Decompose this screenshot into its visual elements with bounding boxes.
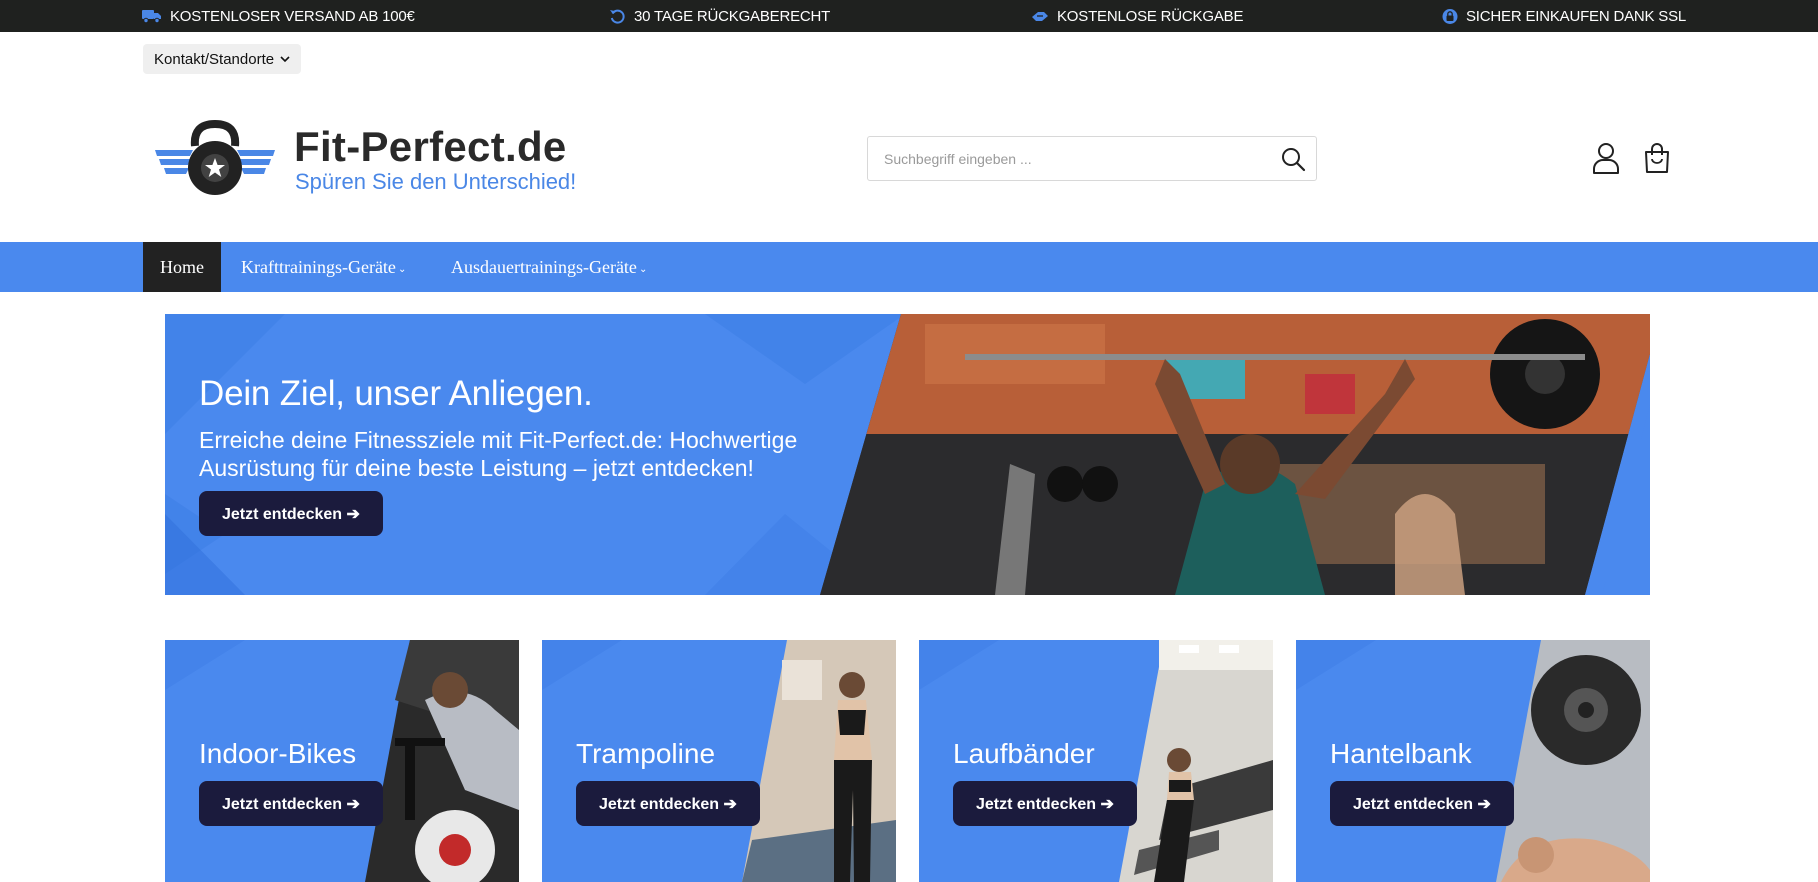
usp-label: SICHER EINKAUFEN DANK SSL <box>1466 7 1687 25</box>
brand-name[interactable]: Fit-Perfect.de <box>294 123 567 171</box>
category-tile-indoor-bikes[interactable]: Indoor-Bikes Jetzt entdecken ➔ <box>165 640 519 882</box>
search-box <box>867 136 1317 181</box>
contact-label: Kontakt/Standorte <box>154 50 275 68</box>
category-tile-trampoline[interactable]: Trampoline Jetzt entdecken ➔ <box>542 640 896 882</box>
search-icon[interactable] <box>1280 146 1306 172</box>
brand-slogan: Spüren Sie den Unterschied! <box>295 169 577 194</box>
account-icon[interactable] <box>1592 142 1620 174</box>
category-tile-treadmills[interactable]: Laufbänder Jetzt entdecken ➔ <box>919 640 1273 882</box>
nav-label: Krafttrainings-Geräte <box>241 256 396 277</box>
usp-bar: KOSTENLOSER VERSAND AB 100€ 30 TAGE RÜCK… <box>0 0 1818 32</box>
hero-title: Dein Ziel, unser Anliegen. <box>199 374 593 413</box>
usp-ssl: SICHER EINKAUFEN DANK SSL <box>1442 0 1686 32</box>
category-tile-weight-bench[interactable]: Hantelbank Jetzt entdecken ➔ <box>1296 640 1650 882</box>
category-title: Hantelbank <box>1330 738 1472 769</box>
usp-label: 30 TAGE RÜCKGABERECHT <box>634 7 831 25</box>
usp-label: KOSTENLOSER VERSAND AB 100€ <box>170 7 415 25</box>
category-cta-button[interactable]: Jetzt entdecken ➔ <box>1330 781 1514 826</box>
nav-label: Home <box>160 256 204 277</box>
category-title: Trampoline <box>576 738 716 769</box>
chevron-down-icon: ⌄ <box>638 263 648 275</box>
hero-cta-button[interactable]: Jetzt entdecken ➔ <box>199 491 383 536</box>
category-title: Laufbänder <box>953 738 1095 769</box>
category-title: Indoor-Bikes <box>199 738 357 769</box>
category-cta-button[interactable]: Jetzt entdecken ➔ <box>199 781 383 826</box>
usp-shipping: KOSTENLOSER VERSAND AB 100€ <box>142 0 415 32</box>
shopping-bag-icon[interactable] <box>1643 142 1671 174</box>
nav-item-home[interactable]: Home <box>143 242 221 292</box>
kettlebell-logo-icon[interactable] <box>155 120 275 198</box>
hero-banner[interactable]: Dein Ziel, unser Anliegen. Erreiche dein… <box>165 314 1650 595</box>
box-return-icon <box>1032 12 1048 21</box>
usp-label: KOSTENLOSE RÜCKGABE <box>1057 7 1244 25</box>
category-cta-button[interactable]: Jetzt entdecken ➔ <box>576 781 760 826</box>
chevron-down-icon: ⌄ <box>397 263 407 275</box>
main-navigation: Home Krafttrainings-Geräte ⌄ Ausdauertra… <box>0 242 1818 292</box>
nav-item-cardio-equipment[interactable]: Ausdauertrainings-Geräte ⌄ <box>451 242 647 292</box>
category-cta-button[interactable]: Jetzt entdecken ➔ <box>953 781 1137 826</box>
contact-locations-dropdown[interactable]: Kontakt/Standorte <box>143 44 302 74</box>
search-input[interactable] <box>868 137 1258 180</box>
lock-icon <box>1442 8 1458 24</box>
hero-text: Erreiche deine Fitnessziele mit Fit-Perf… <box>199 427 798 481</box>
chevron-down-icon <box>280 55 290 62</box>
truck-icon <box>142 10 161 24</box>
return-arrow-icon <box>610 9 625 24</box>
nav-item-strength-equipment[interactable]: Krafttrainings-Geräte ⌄ <box>241 242 406 292</box>
usp-return-period: 30 TAGE RÜCKGABERECHT <box>609 0 830 32</box>
nav-label: Ausdauertrainings-Geräte <box>451 256 637 277</box>
usp-free-return: KOSTENLOSE RÜCKGABE <box>1031 0 1243 32</box>
